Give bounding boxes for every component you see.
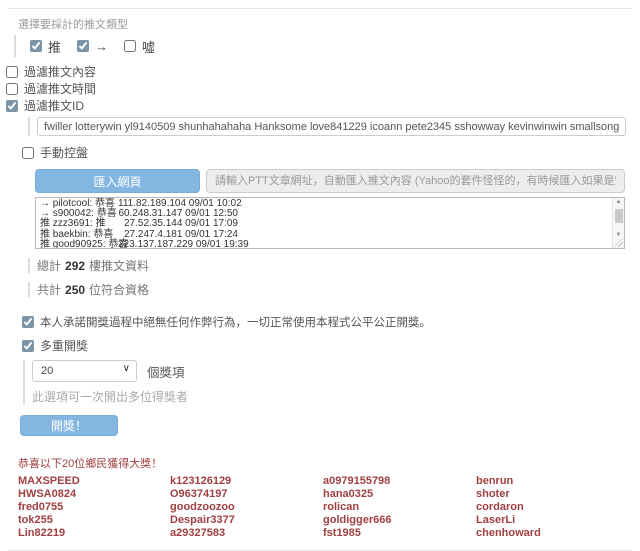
import-webpage-button[interactable]: 匯入網頁: [35, 169, 200, 193]
prize-count-select[interactable]: 20: [32, 360, 137, 382]
multi-draw-row: 多重開獎: [22, 337, 640, 354]
textarea-resize-grip[interactable]: [614, 238, 623, 247]
filter-time-row: 過濾推文時間: [6, 80, 640, 97]
boo-checkbox[interactable]: [124, 40, 136, 52]
prize-count-select-wrap: 20 ∨: [32, 360, 137, 382]
results-heading: 恭喜以下20位鄉民獲得大獎！: [18, 455, 640, 471]
winner-name: LaserLi: [476, 514, 626, 527]
push-type-option: →: [77, 39, 108, 54]
prize-unit-label: 個獎項: [147, 362, 185, 381]
winner-name: k123126129: [170, 475, 323, 488]
comments-textarea[interactable]: → pilotcool: 恭喜 111.82.189.104 09/01 10:…: [35, 197, 625, 249]
qualified-count: 250: [65, 283, 85, 297]
manual-control-row: 手動控盤: [22, 145, 640, 160]
winner-name: shoter: [476, 488, 626, 501]
comment-row: 推 good90925: 恭喜 223.137.187.229 09/01 19…: [40, 240, 610, 249]
manual-control-label: 手動控盤: [40, 144, 88, 161]
push-label: 推: [48, 37, 61, 56]
total-suffix: 樓推文資料: [89, 257, 149, 274]
multi-draw-checkbox[interactable]: [22, 340, 34, 352]
results-section: 恭喜以下20位鄉民獲得大獎！ MAXSPEED HWSA0824 fred075…: [18, 455, 640, 540]
winner-name: goldigger666: [323, 514, 476, 527]
qualified-prefix: 共計: [37, 281, 61, 298]
winner-name: hana0325: [323, 488, 476, 501]
draw-button[interactable]: 開獎！: [20, 415, 118, 436]
winner-name: Lin82219: [18, 527, 170, 540]
comment-meta: 223.137.187.229 09/01 19:39: [118, 240, 238, 249]
comment-text: 推 good90925: 恭喜: [40, 240, 118, 249]
push-type-group: 推 → 噓: [14, 35, 640, 57]
winner-name: O96374197: [170, 488, 323, 501]
winner-name: fred0755: [18, 501, 170, 514]
filter-content-checkbox[interactable]: [6, 66, 18, 78]
multi-draw-hint: 此選項可一次開出多位得獎者: [32, 388, 640, 405]
pledge-checkbox[interactable]: [22, 316, 34, 328]
filter-content-row: 過濾推文內容: [6, 63, 640, 80]
filter-id-row: 過濾推文ID: [6, 97, 640, 114]
manual-control-checkbox[interactable]: [22, 147, 34, 159]
winners-grid: MAXSPEED HWSA0824 fred0755 tok255 Lin822…: [18, 475, 640, 540]
arrow-label: →: [95, 39, 108, 54]
push-checkbox[interactable]: [30, 40, 42, 52]
article-url-input[interactable]: [206, 169, 625, 193]
winner-name: goodzoozoo: [170, 501, 323, 514]
winner-name: fst1985: [323, 527, 476, 540]
filter-id-checkbox[interactable]: [6, 100, 18, 112]
push-type-section-label: 選擇要採計的推文類型: [18, 16, 640, 32]
filter-content-label: 過濾推文內容: [24, 63, 96, 80]
pledge-label: 本人承諾開獎過程中絕無任何作弊行為，一切正常使用本程式公平公正開獎。: [40, 314, 431, 330]
qualified-stat: 共計 250 位符合資格: [28, 282, 640, 297]
winner-name: cordaron: [476, 501, 626, 514]
filter-time-label: 過濾推文時間: [24, 80, 96, 97]
total-count: 292: [65, 259, 85, 273]
id-filter-input[interactable]: [37, 117, 626, 136]
scroll-thumb[interactable]: [615, 209, 623, 223]
winner-name: a0979155798: [323, 475, 476, 488]
import-row: 匯入網頁: [35, 169, 640, 193]
prize-count-group: 20 ∨ 個獎項 此選項可一次開出多位得獎者: [23, 360, 640, 405]
winner-name: a29327583: [170, 527, 323, 540]
stats: 總計 292 樓推文資料 共計 250 位符合資格: [0, 258, 640, 297]
push-type-option: 推: [30, 37, 61, 56]
multi-draw-label: 多重開獎: [40, 337, 88, 354]
push-type-option: 噓: [124, 37, 155, 56]
winner-name: Despair3377: [170, 514, 323, 527]
id-filter-input-group: [28, 117, 626, 136]
comments-list: → pilotcool: 恭喜 111.82.189.104 09/01 10:…: [36, 198, 624, 249]
boo-label: 噓: [142, 37, 155, 56]
total-prefix: 總計: [37, 257, 61, 274]
top-divider: [8, 8, 632, 9]
winner-name: rolican: [323, 501, 476, 514]
winner-name: HWSA0824: [18, 488, 170, 501]
winner-name: benrun: [476, 475, 626, 488]
arrow-checkbox[interactable]: [77, 40, 89, 52]
winner-name: MAXSPEED: [18, 475, 170, 488]
winner-name: tok255: [18, 514, 170, 527]
filter-time-checkbox[interactable]: [6, 83, 18, 95]
prize-count-row: 20 ∨ 個獎項: [32, 360, 640, 382]
qualified-suffix: 位符合資格: [89, 281, 149, 298]
pledge-row: 本人承諾開獎過程中絕無任何作弊行為，一切正常使用本程式公平公正開獎。: [22, 314, 640, 330]
total-comments-stat: 總計 292 樓推文資料: [28, 258, 640, 273]
scroll-up-icon[interactable]: ▲: [613, 198, 624, 207]
filter-id-label: 過濾推文ID: [24, 97, 84, 114]
winner-name: chenhoward: [476, 527, 626, 540]
